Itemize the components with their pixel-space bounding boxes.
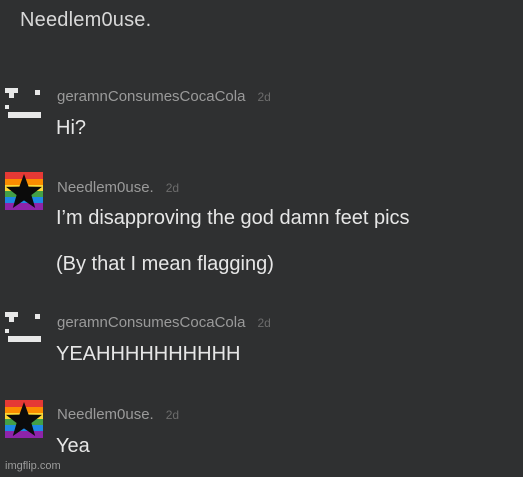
avatar[interactable]	[5, 172, 43, 210]
timestamp: 2d	[165, 181, 180, 195]
author-name[interactable]: Needlem0use.	[57, 179, 154, 196]
message-text: Hi?	[56, 117, 87, 139]
author-name[interactable]: geramnConsumesCocaCola	[57, 314, 245, 331]
timestamp: 2d	[257, 90, 271, 104]
message-text: I’m disapproving the god damn feet pics	[56, 207, 410, 229]
message-meta: geramnConsumesCocaCola 2d	[57, 88, 271, 105]
message-meta: geramnConsumesCocaCola 2d	[57, 314, 271, 331]
message-text: YEAHHHHHHHHHH	[56, 343, 241, 365]
message-text: Yea	[56, 435, 90, 457]
rainbow-star-icon	[5, 172, 43, 210]
chat-header: Needlem0use.	[0, 0, 523, 48]
pixel-face-icon	[5, 312, 41, 342]
message-meta: Needlem0use. 2d	[57, 406, 179, 423]
author-name[interactable]: geramnConsumesCocaCola	[57, 88, 245, 105]
chat-title: Needlem0use.	[20, 9, 152, 31]
avatar[interactable]	[5, 400, 43, 438]
avatar[interactable]	[5, 83, 43, 121]
timestamp: 2d	[165, 408, 180, 422]
author-name[interactable]: Needlem0use.	[57, 406, 154, 423]
rainbow-star-icon	[5, 400, 43, 438]
timestamp: 2d	[257, 316, 271, 330]
pixel-face-icon	[5, 88, 41, 118]
message-text: (By that I mean flagging)	[56, 253, 274, 275]
watermark: imgflip.com	[5, 460, 61, 472]
avatar[interactable]	[5, 307, 43, 345]
message-meta: Needlem0use. 2d	[57, 179, 179, 196]
